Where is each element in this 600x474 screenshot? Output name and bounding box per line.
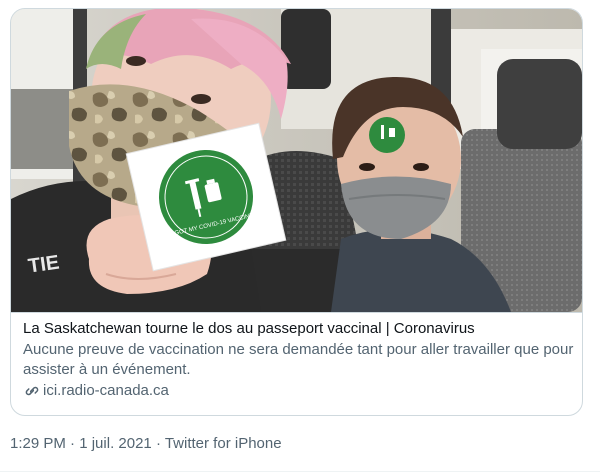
tweet-date[interactable]: 1 juil. 2021 bbox=[79, 435, 152, 452]
svg-text:TIE: TIE bbox=[27, 252, 61, 278]
car-selfie-photo: TIE I GOT MY COVID-19 VACCINE bbox=[11, 9, 582, 312]
meta-separator: · bbox=[151, 435, 165, 452]
card-image[interactable]: TIE I GOT MY COVID-19 VACCINE bbox=[11, 9, 582, 313]
card-title[interactable]: La Saskatchewan tourne le dos au passepo… bbox=[23, 319, 575, 339]
tweet-source[interactable]: Twitter for iPhone bbox=[165, 435, 282, 452]
divider bbox=[0, 471, 600, 472]
shirt-print: TIE bbox=[27, 252, 61, 278]
tweet-metadata: 1:29 PM · 1 juil. 2021 · Twitter for iPh… bbox=[10, 434, 282, 454]
card-domain[interactable]: ici.radio-canada.ca bbox=[23, 381, 575, 401]
link-icon bbox=[23, 382, 41, 400]
forehead-sticker bbox=[369, 117, 405, 153]
meta-separator: · bbox=[65, 435, 80, 452]
link-preview-card[interactable]: TIE I GOT MY COVID-19 VACCINE La Saskatc… bbox=[10, 8, 583, 416]
card-text[interactable]: La Saskatchewan tourne le dos au passepo… bbox=[23, 317, 575, 401]
card-description: Aucune preuve de vaccination ne sera dem… bbox=[23, 341, 574, 378]
tweet-timestamp[interactable]: 1:29 PM · 1 juil. 2021 bbox=[10, 435, 152, 452]
tweet-time[interactable]: 1:29 PM bbox=[10, 435, 66, 452]
card-domain-text[interactable]: ici.radio-canada.ca bbox=[43, 381, 169, 401]
